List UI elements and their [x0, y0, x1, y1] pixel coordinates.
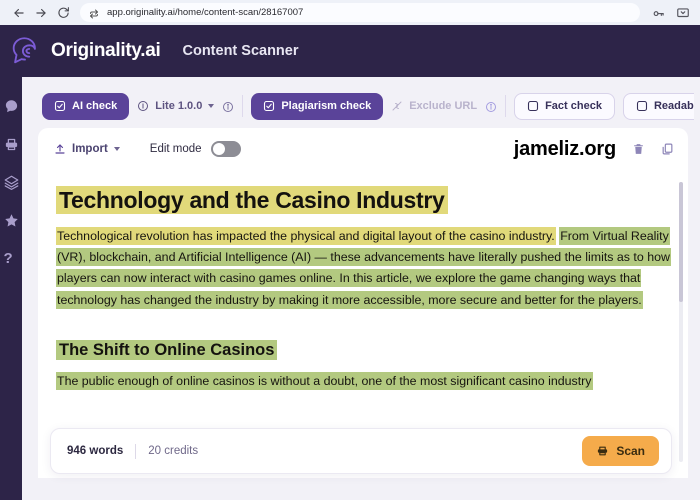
chevron-down-icon[interactable] — [113, 147, 120, 151]
fact-check-button[interactable]: Fact check — [514, 92, 615, 120]
forward-icon[interactable] — [30, 2, 52, 24]
model-dot-icon — [137, 100, 149, 112]
trash-icon[interactable] — [632, 142, 645, 156]
toggle-knob — [212, 143, 225, 155]
article-paragraph-2: The public enough of online casinos is w… — [56, 371, 670, 392]
import-button[interactable]: Import — [54, 143, 120, 156]
article-heading-2: The Shift to Online Casinos — [56, 340, 278, 361]
url-text: app.originality.ai/home/content-scan/281… — [107, 7, 304, 18]
app-header: Originality.ai Content Scanner — [0, 25, 700, 77]
editor-header: Import Edit mode jameliz.org — [38, 128, 688, 170]
checkbox-empty-icon — [527, 100, 539, 112]
model-selector[interactable]: Lite 1.0.0 — [137, 100, 215, 112]
scrollbar-thumb[interactable] — [679, 182, 683, 302]
back-icon[interactable] — [8, 2, 30, 24]
exclude-url-info-icon[interactable] — [485, 100, 497, 112]
key-icon[interactable] — [652, 6, 666, 20]
brand-name: Originality.ai — [51, 40, 161, 61]
editor-header-right: jameliz.org — [514, 138, 674, 161]
chevron-down-icon[interactable] — [208, 104, 215, 108]
editor-card: Import Edit mode jameliz.org Technology … — [38, 128, 688, 478]
highlight-green-segment: The public enough of online casinos is w… — [56, 371, 593, 390]
sidebar-item-help-icon[interactable]: ? — [4, 251, 19, 266]
checkbox-checked-icon — [263, 100, 275, 112]
plagiarism-check-button[interactable]: Plagiarism check — [251, 92, 384, 120]
scan-label: Scan — [616, 444, 645, 458]
fact-check-label: Fact check — [545, 100, 602, 112]
exclude-url-label: Exclude URL — [409, 100, 478, 112]
checkbox-empty-icon — [636, 100, 648, 112]
ai-check-button[interactable]: AI check — [42, 92, 130, 120]
toolbar-divider — [242, 95, 244, 117]
status-bar: 946 words 20 credits Scan — [50, 428, 672, 474]
site-settings-icon[interactable] — [88, 7, 100, 19]
link-off-icon — [391, 100, 403, 112]
screen: app.originality.ai/home/content-scan/281… — [0, 0, 700, 500]
browser-toolbar: app.originality.ai/home/content-scan/281… — [0, 0, 700, 25]
word-count: 946 words — [67, 445, 124, 457]
left-sidebar: ? — [0, 77, 22, 500]
status-divider — [135, 443, 137, 459]
edit-mode-toggle[interactable] — [210, 141, 241, 157]
main-content: AI check Lite 1.0.0 Plagiarism check Exc… — [22, 77, 700, 500]
page-bottom-strip — [22, 478, 700, 500]
edit-mode-label: Edit mode — [149, 143, 202, 155]
highlight-yellow-segment: Technological revolution has impacted th… — [56, 226, 556, 245]
scan-button[interactable]: Scan — [582, 436, 659, 466]
edit-mode-control[interactable]: Edit mode — [150, 141, 241, 157]
sidebar-item-scan-icon[interactable] — [4, 137, 19, 152]
article-heading-2-line: The Shift to Online Casinos — [56, 337, 670, 363]
address-bar[interactable]: app.originality.ai/home/content-scan/281… — [80, 3, 640, 22]
toolbar-divider — [505, 95, 507, 117]
app-window: Originality.ai Content Scanner ? AI chec… — [0, 25, 700, 500]
page-title: Content Scanner — [182, 43, 299, 59]
article-heading-1-line: Technology and the Casino Industry — [56, 182, 670, 219]
sidebar-item-chat-icon[interactable] — [4, 99, 19, 114]
ai-check-label: AI check — [72, 100, 118, 112]
watermark-text: jameliz.org — [513, 137, 616, 160]
scan-toolbar: AI check Lite 1.0.0 Plagiarism check Exc… — [32, 87, 694, 125]
scan-document-icon — [596, 444, 609, 458]
copy-icon[interactable] — [661, 142, 674, 156]
originality-brain-logo-icon[interactable] — [8, 34, 42, 68]
model-label: Lite 1.0.0 — [155, 100, 203, 112]
cast-icon[interactable] — [676, 6, 690, 20]
article-heading-1: Technology and the Casino Industry — [56, 186, 448, 214]
import-label: Import — [72, 143, 108, 155]
reload-icon[interactable] — [52, 2, 74, 24]
readability-button[interactable]: Readabi — [622, 92, 694, 120]
browser-right-icons — [652, 6, 692, 20]
upload-icon — [54, 143, 66, 156]
sidebar-item-star-icon[interactable] — [4, 213, 19, 228]
sidebar-item-layers-icon[interactable] — [4, 175, 19, 190]
article-paragraph-1: Technological revolution has impacted th… — [56, 226, 671, 311]
readability-label: Readabi — [653, 100, 694, 112]
model-info-icon[interactable] — [222, 100, 234, 112]
article-body[interactable]: Technology and the Casino Industry Techn… — [38, 170, 688, 392]
checkbox-checked-icon — [54, 100, 66, 112]
exclude-url-option[interactable]: Exclude URL — [391, 100, 477, 112]
editor-scrollbar[interactable] — [679, 182, 683, 462]
credit-count: 20 credits — [148, 445, 199, 457]
plagiarism-check-label: Plagiarism check — [281, 100, 372, 112]
